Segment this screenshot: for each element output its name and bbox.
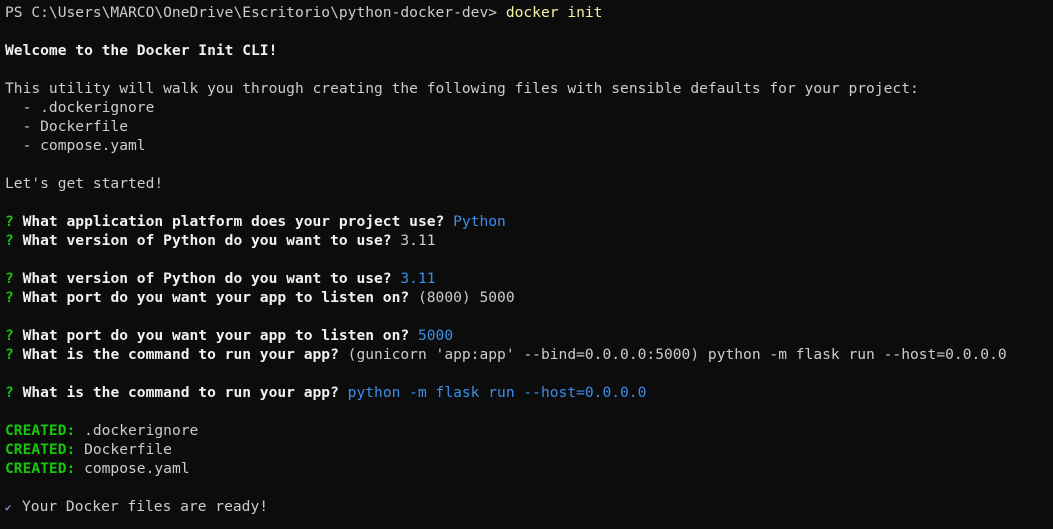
question-mark-icon: ? — [5, 346, 23, 363]
ready-message: Your Docker files are ready! — [22, 498, 269, 515]
question-text: What port do you want your app to listen… — [22, 289, 418, 306]
created-file: Dockerfile — [84, 441, 172, 458]
question-mark-icon: ? — [5, 327, 23, 344]
default-input: (8000) 5000 — [417, 289, 515, 306]
prompt-path: PS C:\Users\MARCO\OneDrive\Escritorio\py… — [5, 4, 506, 21]
terminal-window[interactable]: PS C:\Users\MARCO\OneDrive\Escritorio\py… — [5, 3, 1053, 529]
created-file: .dockerignore — [84, 422, 199, 439]
file-list-item: - compose.yaml — [5, 137, 146, 154]
question-text: What is the command to run your app? — [22, 346, 348, 363]
answer-text: 3.11 — [400, 270, 436, 287]
question-text: What version of Python do you want to us… — [22, 232, 401, 249]
question-platform: ? What application platform does your pr… — [5, 212, 1053, 231]
started-message: Let's get started! — [5, 175, 164, 192]
question-mark-icon: ? — [5, 270, 23, 287]
default-input: 3.11 — [400, 232, 436, 249]
created-line: CREATED: Dockerfile — [5, 440, 1053, 459]
checkmark-icon: ✔ — [5, 501, 12, 514]
created-line: CREATED: compose.yaml — [5, 459, 1053, 478]
question-mark-icon: ? — [5, 384, 23, 401]
intro-text: This utility will walk you through creat… — [5, 80, 919, 97]
question-text: What version of Python do you want to us… — [22, 270, 401, 287]
created-line: CREATED: .dockerignore — [5, 421, 1053, 440]
question-mark-icon: ? — [5, 213, 23, 230]
question-command-prompt: ? What is the command to run your app? (… — [5, 345, 1053, 364]
welcome-message: Welcome to the Docker Init CLI! — [5, 42, 278, 59]
question-command: ? What is the command to run your app? p… — [5, 383, 1053, 402]
file-list-item: - Dockerfile — [5, 118, 129, 135]
answer-text: python -m flask run --host=0.0.0.0 — [347, 384, 647, 401]
answer-text: Python — [453, 213, 506, 230]
question-port-prompt: ? What port do you want your app to list… — [5, 288, 1053, 307]
question-text: What port do you want your app to listen… — [22, 327, 418, 344]
question-text: What is the command to run your app? — [22, 384, 348, 401]
ready-line: ✔ Your Docker files are ready! — [5, 497, 1053, 516]
created-label: CREATED: — [5, 441, 85, 458]
created-label: CREATED: — [5, 422, 85, 439]
created-label: CREATED: — [5, 460, 85, 477]
question-port: ? What port do you want your app to list… — [5, 326, 1053, 345]
question-mark-icon: ? — [5, 232, 23, 249]
created-file: compose.yaml — [84, 460, 190, 477]
question-text: What application platform does your proj… — [22, 213, 454, 230]
question-python-version-prompt: ? What version of Python do you want to … — [5, 231, 1053, 250]
question-mark-icon: ? — [5, 289, 23, 306]
answer-text: 5000 — [417, 327, 454, 344]
default-input: (gunicorn 'app:app' --bind=0.0.0.0:5000)… — [347, 346, 1007, 363]
prompt-command: docker init — [505, 4, 603, 21]
file-list-item: - .dockerignore — [5, 99, 155, 116]
prompt-line: PS C:\Users\MARCO\OneDrive\Escritorio\py… — [5, 3, 1053, 22]
question-python-version: ? What version of Python do you want to … — [5, 269, 1053, 288]
